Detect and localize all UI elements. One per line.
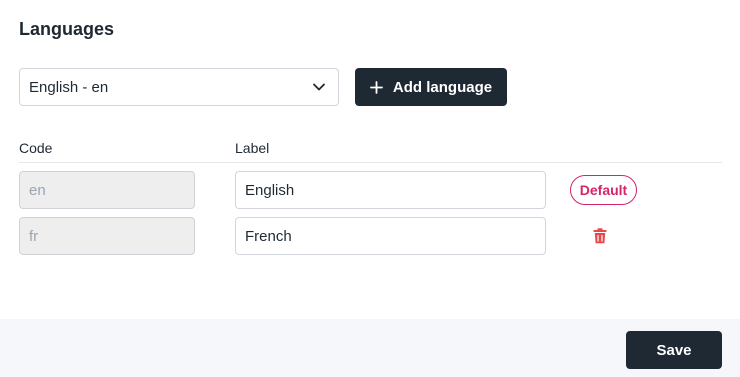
languages-settings-page: Languages English - en Add language Code… (0, 0, 740, 377)
language-code-field-fr: fr (19, 217, 195, 255)
language-label-input-en[interactable] (235, 171, 546, 209)
language-label-input-fr[interactable] (235, 217, 546, 255)
language-select[interactable]: English - en (19, 68, 339, 106)
delete-language-button[interactable] (590, 226, 610, 246)
section-title: Languages (19, 19, 115, 39)
save-button[interactable]: Save (626, 331, 722, 369)
column-header-label: Label (235, 140, 270, 156)
plus-icon (370, 80, 383, 94)
column-header-code: Code (19, 140, 53, 156)
language-code-field-en: en (19, 171, 195, 209)
add-language-button[interactable]: Add language (355, 68, 507, 106)
language-select-value: English - en (29, 78, 109, 96)
trash-icon (593, 228, 607, 244)
default-badge: Default (570, 175, 637, 205)
chevron-down-icon (312, 80, 326, 94)
table-header-divider (19, 162, 722, 163)
add-language-label: Add language (392, 78, 493, 96)
